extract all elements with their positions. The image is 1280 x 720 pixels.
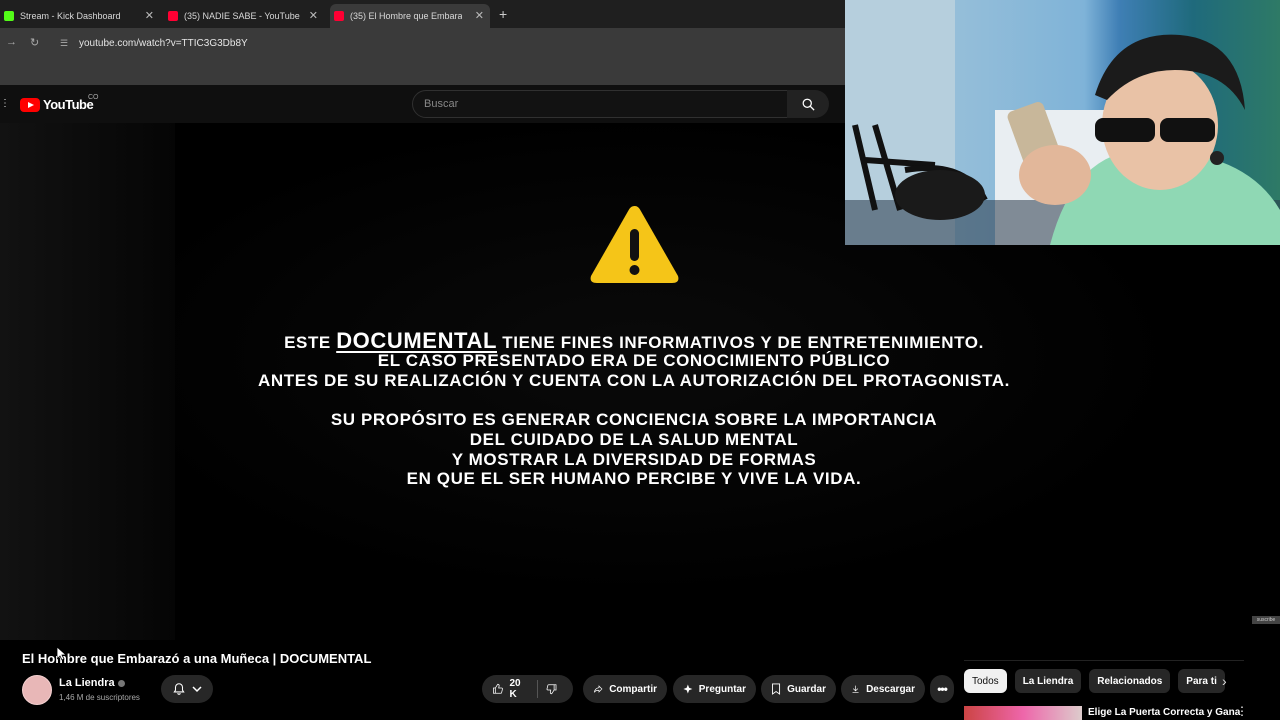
thumbs-down-icon[interactable] <box>546 682 557 696</box>
address-bar: → ↻ ☰ youtube.com/watch?v=TTIC3G3Db8Y <box>0 28 845 58</box>
youtube-logo-text: YouTube <box>43 97 94 112</box>
recommendation-chips: Todos La Liendra Relacionados Para ti <box>964 669 1225 693</box>
search-icon <box>802 98 815 111</box>
video-title: El Hombre que Embarazó a una Muñeca | DO… <box>22 651 372 666</box>
close-tab-icon[interactable]: ✕ <box>309 9 318 22</box>
search-placeholder: Buscar <box>424 98 459 110</box>
site-info-icon[interactable]: ☰ <box>60 38 68 49</box>
notice-line-2: EL CASO PRESENTADO ERA DE CONOCIMIENTO P… <box>377 351 891 370</box>
more-actions-button[interactable]: ••• <box>930 675 954 703</box>
webcam-overlay <box>845 0 1280 245</box>
tab-label: (35) El Hombre que Embarazó a <box>350 11 462 21</box>
subscribe-watermark[interactable]: suscribe <box>1252 616 1280 624</box>
chevron-right-icon[interactable]: › <box>1222 673 1227 689</box>
mouse-cursor-icon <box>57 647 67 661</box>
kick-favicon-icon <box>4 11 14 21</box>
tab-kick-dashboard[interactable]: Stream - Kick Dashboard ✕ <box>0 4 160 28</box>
like-button[interactable]: 20 K <box>482 675 573 703</box>
youtube-logo[interactable]: YouTube <box>20 97 94 112</box>
streamer-webcam-image <box>845 0 1280 245</box>
save-button[interactable]: Guardar <box>761 675 836 703</box>
subscriber-count: 1,46 M de suscriptores <box>59 693 140 702</box>
browser-tab-bar: Stream - Kick Dashboard ✕ (35) NADIE SAB… <box>0 0 845 28</box>
youtube-favicon-icon <box>168 11 178 21</box>
country-code: CO <box>88 94 99 101</box>
chip-relacionados[interactable]: Relacionados <box>1089 669 1171 693</box>
chip-todos[interactable]: Todos <box>964 669 1007 693</box>
related-video-title[interactable]: Elige La Puerta Correcta y Gana <box>1088 707 1240 718</box>
more-horizontal-icon: ••• <box>937 682 948 696</box>
documental-emphasis: DOCUMENTAL <box>336 328 497 353</box>
tab-nadie-sabe[interactable]: (35) NADIE SABE - YouTube ✕ <box>164 4 324 28</box>
chip-la-liendra[interactable]: La Liendra <box>1014 669 1082 693</box>
channel-avatar[interactable] <box>22 675 52 705</box>
bookmark-icon <box>772 683 781 695</box>
tab-label: Stream - Kick Dashboard <box>20 11 121 21</box>
notifications-button[interactable] <box>161 675 213 703</box>
search-button[interactable] <box>787 90 829 118</box>
bell-icon <box>173 683 185 695</box>
sparkle-icon <box>683 684 693 694</box>
reload-icon[interactable]: ↻ <box>30 36 39 49</box>
new-tab-button[interactable]: + <box>499 6 507 22</box>
tab-label: (35) NADIE SABE - YouTube <box>184 11 300 21</box>
youtube-play-icon <box>20 97 40 112</box>
url-field[interactable]: youtube.com/watch?v=TTIC3G3Db8Y <box>79 38 248 49</box>
bookmarks-bar <box>0 58 845 86</box>
channel-name[interactable]: La Liendra <box>59 677 125 689</box>
like-count: 20 K <box>509 678 521 700</box>
tab-el-hombre[interactable]: (35) El Hombre que Embarazó a ✕ <box>330 4 490 28</box>
notice-line-5: DEL CUIDADO DE LA SALUD MENTAL <box>469 430 799 449</box>
divider <box>964 660 1244 661</box>
download-icon <box>852 685 859 693</box>
chip-para-ti[interactable]: Para ti <box>1178 669 1225 693</box>
notice-line-3: ANTES DE SU REALIZACIÓN Y CUENTA CON LA … <box>258 371 1010 390</box>
close-tab-icon[interactable]: ✕ <box>475 9 484 22</box>
youtube-favicon-icon <box>334 11 344 21</box>
notice-line-4: SU PROPÓSITO ES GENERAR CONCIENCIA SOBRE… <box>330 410 938 429</box>
download-button[interactable]: Descargar <box>841 675 925 703</box>
verified-icon <box>117 679 125 687</box>
ask-button[interactable]: Preguntar <box>673 675 756 703</box>
share-button[interactable]: Compartir <box>583 675 667 703</box>
warning-icon <box>590 206 679 283</box>
menu-icon[interactable]: ⋮ <box>0 98 10 109</box>
chevron-down-icon <box>192 686 202 693</box>
close-tab-icon[interactable]: ✕ <box>145 9 154 22</box>
forward-icon[interactable]: → <box>6 36 17 48</box>
youtube-header: ⋮ YouTube CO Buscar <box>0 85 845 123</box>
notice-line-6: Y MOSTRAR LA DIVERSIDAD DE FORMAS <box>451 450 817 469</box>
search-input[interactable]: Buscar <box>412 90 788 118</box>
notice-line-7: EN QUE EL SER HUMANO PERCIBE Y VIVE LA V… <box>406 469 862 488</box>
share-icon <box>593 685 603 693</box>
thumbs-up-icon <box>493 683 503 694</box>
more-vertical-icon[interactable]: ⋮ <box>1236 704 1248 718</box>
related-video-thumbnail[interactable] <box>964 706 1082 720</box>
